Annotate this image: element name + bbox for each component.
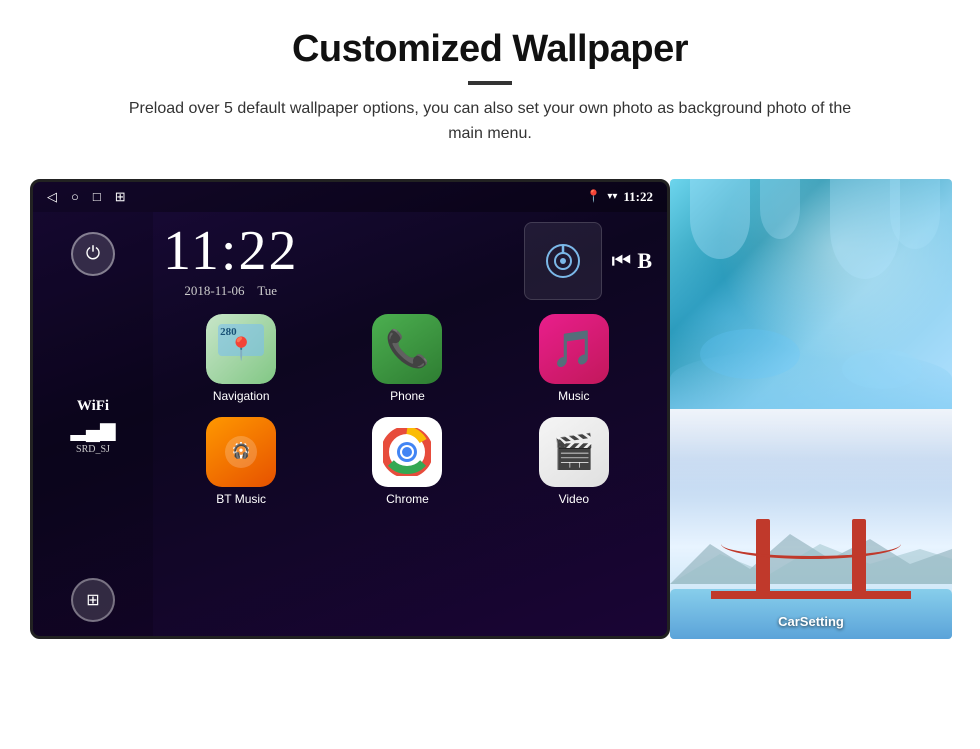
screen-center: 11:22 2018-11-06 Tue	[153, 212, 667, 639]
navigation-label: Navigation	[213, 389, 270, 403]
phone-icon: 📞	[372, 314, 442, 384]
prev-track-icon[interactable]: ⏮	[612, 248, 632, 274]
navigation-icon: 280 📍	[206, 314, 276, 384]
android-screen: ◁ ○ □ ⊞ 📍 ▾▾ 11:22 ⏻	[30, 179, 670, 639]
status-nav-buttons: ◁ ○ □ ⊞	[47, 189, 126, 205]
clock-block: 11:22 2018-11-06 Tue	[163, 223, 298, 299]
power-icon: ⏻	[86, 243, 100, 264]
page-subtitle: Preload over 5 default wallpaper options…	[110, 97, 870, 147]
chrome-logo	[383, 428, 431, 476]
title-section: Customized Wallpaper Preload over 5 defa…	[110, 28, 870, 147]
btmusic-label: BT Music	[216, 492, 266, 506]
content-row: ◁ ○ □ ⊞ 📍 ▾▾ 11:22 ⏻	[30, 179, 950, 639]
app-item-chrome[interactable]: Chrome	[329, 417, 485, 506]
btmusic-icon: ⚙ 🎧	[206, 417, 276, 487]
video-label: Video	[559, 492, 589, 506]
wallpaper-previews: CarSetting	[670, 179, 952, 639]
signal-widget	[524, 222, 602, 300]
status-bar: ◁ ○ □ ⊞ 📍 ▾▾ 11:22	[33, 182, 667, 212]
wifi-signal-icon: ▂▄▆	[71, 417, 116, 442]
page-title: Customized Wallpaper	[110, 28, 870, 71]
map-pin-icon: 📍	[227, 336, 254, 362]
screen-sidebar: ⏻ WiFi ▂▄▆ SRD_SJ ⊞	[33, 212, 153, 639]
carsetting-label: CarSetting	[670, 614, 952, 629]
screenshot-icon[interactable]: ⊞	[115, 189, 126, 205]
media-controls: ⏮ B	[612, 248, 653, 274]
wallpaper-ice-cave	[670, 179, 952, 409]
power-button[interactable]: ⏻	[71, 232, 115, 276]
app-item-phone[interactable]: 📞 Phone	[329, 314, 485, 403]
radio-icon	[544, 242, 582, 280]
phone-label: Phone	[390, 389, 425, 403]
chrome-icon	[372, 417, 442, 487]
app-item-navigation[interactable]: 280 📍 Navigation	[163, 314, 319, 403]
music-label: Music	[558, 389, 589, 403]
screen-main: ⏻ WiFi ▂▄▆ SRD_SJ ⊞	[33, 212, 667, 639]
status-right-icons: 📍 ▾▾ 11:22	[586, 189, 653, 205]
clock-widgets: ⏮ B	[524, 222, 653, 300]
chrome-label: Chrome	[386, 492, 429, 506]
page-container: Customized Wallpaper Preload over 5 defa…	[0, 0, 980, 749]
clapperboard-icon: 🎬	[553, 432, 595, 472]
app-item-btmusic[interactable]: ⚙ 🎧 BT Music	[163, 417, 319, 506]
music-icon: 🎵	[539, 314, 609, 384]
apps-grid-button[interactable]: ⊞	[71, 578, 115, 622]
wifi-status-icon: ▾▾	[607, 191, 617, 202]
app-grid: 280 📍 Navigation 📞 Phone	[163, 314, 652, 506]
recent-icon[interactable]: □	[93, 189, 101, 205]
video-icon: 🎬	[539, 417, 609, 487]
app-item-video[interactable]: 🎬 Video	[496, 417, 652, 506]
clock-date: 2018-11-06 Tue	[163, 283, 298, 299]
grid-icon: ⊞	[86, 590, 99, 610]
clock-area: 11:22 2018-11-06 Tue	[163, 222, 652, 300]
clock-display: 11:22	[163, 223, 298, 279]
title-divider	[468, 81, 512, 85]
back-icon[interactable]: ◁	[47, 189, 57, 205]
next-label: B	[637, 248, 652, 274]
wallpaper-golden-gate: CarSetting	[670, 409, 952, 639]
wifi-label: WiFi	[71, 398, 116, 415]
wifi-ssid: SRD_SJ	[71, 444, 116, 455]
status-time: 11:22	[623, 189, 653, 205]
home-icon[interactable]: ○	[71, 189, 79, 205]
app-item-music[interactable]: 🎵 Music	[496, 314, 652, 403]
location-icon: 📍	[586, 189, 601, 204]
wifi-block: WiFi ▂▄▆ SRD_SJ	[71, 398, 116, 455]
